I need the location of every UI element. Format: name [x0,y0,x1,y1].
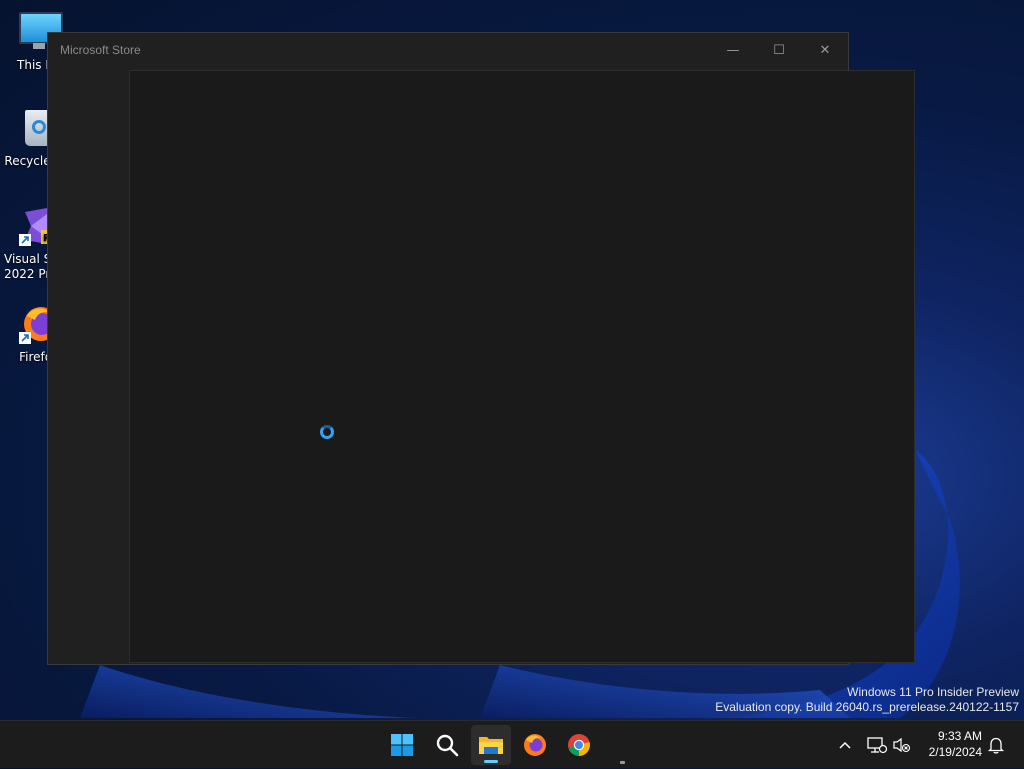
store-content-pane [129,70,915,663]
search-button[interactable] [427,725,467,765]
minimize-icon: — [726,42,740,58]
windows-watermark: Windows 11 Pro Insider Preview Evaluatio… [715,685,1019,715]
active-indicator [484,760,498,763]
file-explorer-button[interactable] [471,725,511,765]
show-hidden-icons-button[interactable] [836,721,854,769]
chrome-taskbar-button[interactable] [559,725,599,765]
clock-time: 9:33 AM [937,729,982,743]
watermark-edition: Windows 11 Pro Insider Preview [847,685,1019,699]
taskbar: 9:33 AM 2/19/2024 [0,720,1024,768]
network-status[interactable] [866,721,888,769]
close-button[interactable]: ✕ [802,33,848,67]
loading-spinner-icon [320,425,334,439]
firefox-taskbar-button[interactable] [515,725,555,765]
taskbar-running-indicator [620,761,625,764]
maximize-icon: ☐ [773,42,785,58]
clock[interactable]: 9:33 AM 2/19/2024 [929,728,982,760]
close-icon: ✕ [819,42,831,58]
start-button[interactable] [382,725,422,765]
windows-logo-icon [391,734,413,756]
minimize-button[interactable]: — [710,33,756,67]
clock-date: 2/19/2024 [928,745,982,759]
chevron-up-icon [839,741,851,749]
bell-icon [988,737,1004,754]
maximize-button[interactable]: ☐ [756,33,802,67]
watermark-build: Evaluation copy. Build 26040.rs_prerelea… [715,700,1019,714]
notifications-button[interactable] [986,721,1006,769]
chrome-icon [568,734,590,756]
title-bar[interactable]: Microsoft Store — ☐ ✕ [48,33,848,67]
window-title: Microsoft Store [60,43,141,57]
volume-muted-icon [893,737,911,753]
search-icon [436,734,459,757]
firefox-icon [524,734,546,756]
folder-icon [479,737,503,754]
network-disconnected-icon [867,737,887,754]
volume-status[interactable] [892,721,912,769]
